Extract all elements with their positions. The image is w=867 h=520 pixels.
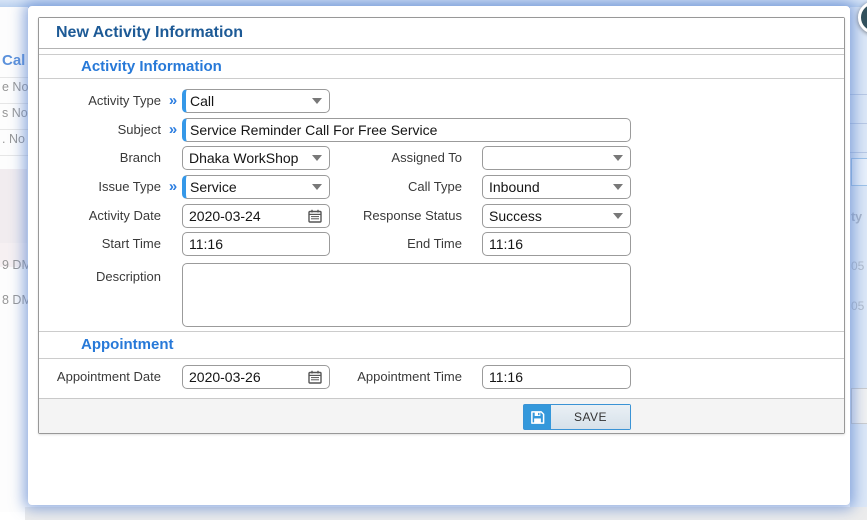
background-column-header: Cal: [2, 52, 26, 69]
section-appointment-title: Appointment: [81, 336, 174, 353]
call-type-label: Call Type: [408, 179, 462, 194]
dropdown-arrow-icon: [613, 213, 623, 219]
save-button[interactable]: SAVE: [523, 404, 631, 430]
required-marker-icon: »: [168, 92, 178, 109]
subject-label: Subject: [117, 122, 161, 137]
new-activity-dialog: New Activity Information Activity Inform…: [38, 17, 845, 434]
section-activity-information: Activity Information: [39, 54, 844, 79]
response-status-value: Success: [489, 208, 542, 224]
save-icon: [524, 405, 551, 429]
background-footer-band: [25, 507, 867, 520]
call-type-select[interactable]: Inbound: [482, 175, 631, 199]
dropdown-arrow-icon: [613, 184, 623, 190]
activity-type-select[interactable]: Call: [182, 89, 330, 113]
background-button-fragment: [851, 388, 867, 424]
activity-type-label: Activity Type: [88, 93, 161, 108]
dropdown-arrow-icon: [613, 155, 623, 161]
end-time-label: End Time: [407, 236, 462, 251]
modal-overlay-panel: New Activity Information Activity Inform…: [28, 1, 867, 505]
dialog-footer: SAVE: [39, 398, 844, 433]
assigned-to-select[interactable]: [482, 146, 631, 170]
response-status-label: Response Status: [362, 208, 462, 223]
dialog-title: New Activity Information: [56, 24, 243, 41]
background-cell: e No: [2, 80, 29, 94]
assigned-to-label: Assigned To: [391, 150, 462, 165]
dialog-title-bar: New Activity Information: [39, 18, 844, 49]
appointment-time-input[interactable]: [482, 365, 631, 389]
dropdown-arrow-icon: [312, 98, 322, 104]
background-cell: 05: [851, 259, 865, 273]
section-activity-information-title: Activity Information: [81, 58, 222, 75]
description-textarea[interactable]: [182, 263, 631, 327]
appointment-date-value: 2020-03-26: [189, 369, 261, 385]
background-column-header: ty: [851, 210, 863, 224]
issue-type-value: Service: [190, 179, 237, 195]
background-cell: . No: [2, 132, 25, 146]
page: { "dialog": { "title": "New Activity Inf…: [0, 0, 867, 520]
background-table-left-fragment: Cal e No s No . No 9 DM 8 DM: [0, 7, 32, 512]
section-appointment: Appointment: [39, 331, 844, 359]
save-button-label: SAVE: [551, 405, 630, 429]
background-cell: s No: [2, 106, 28, 120]
subject-input[interactable]: [182, 118, 631, 142]
branch-value: Dhaka WorkShop: [189, 150, 299, 166]
activity-date-label: Activity Date: [88, 208, 161, 223]
background-table-right-fragment: ty 05 05: [850, 7, 867, 507]
appointment-time-label: Appointment Time: [357, 369, 462, 384]
response-status-select[interactable]: Success: [482, 204, 631, 228]
issue-type-label: Issue Type: [98, 179, 161, 194]
call-type-value: Inbound: [489, 179, 540, 195]
branch-label: Branch: [119, 150, 161, 165]
background-cell: 05: [851, 299, 865, 313]
required-marker-icon: »: [168, 121, 178, 138]
activity-date-value: 2020-03-24: [189, 208, 261, 224]
background-input-fragment: [851, 158, 867, 186]
start-time-label: Start Time: [101, 236, 161, 251]
required-marker-icon: »: [168, 178, 178, 195]
background-table-row-band: [0, 169, 27, 243]
appointment-date-label: Appointment Date: [56, 369, 161, 384]
end-time-input[interactable]: [482, 232, 631, 256]
description-label: Description: [95, 269, 161, 284]
activity-type-value: Call: [190, 93, 215, 109]
